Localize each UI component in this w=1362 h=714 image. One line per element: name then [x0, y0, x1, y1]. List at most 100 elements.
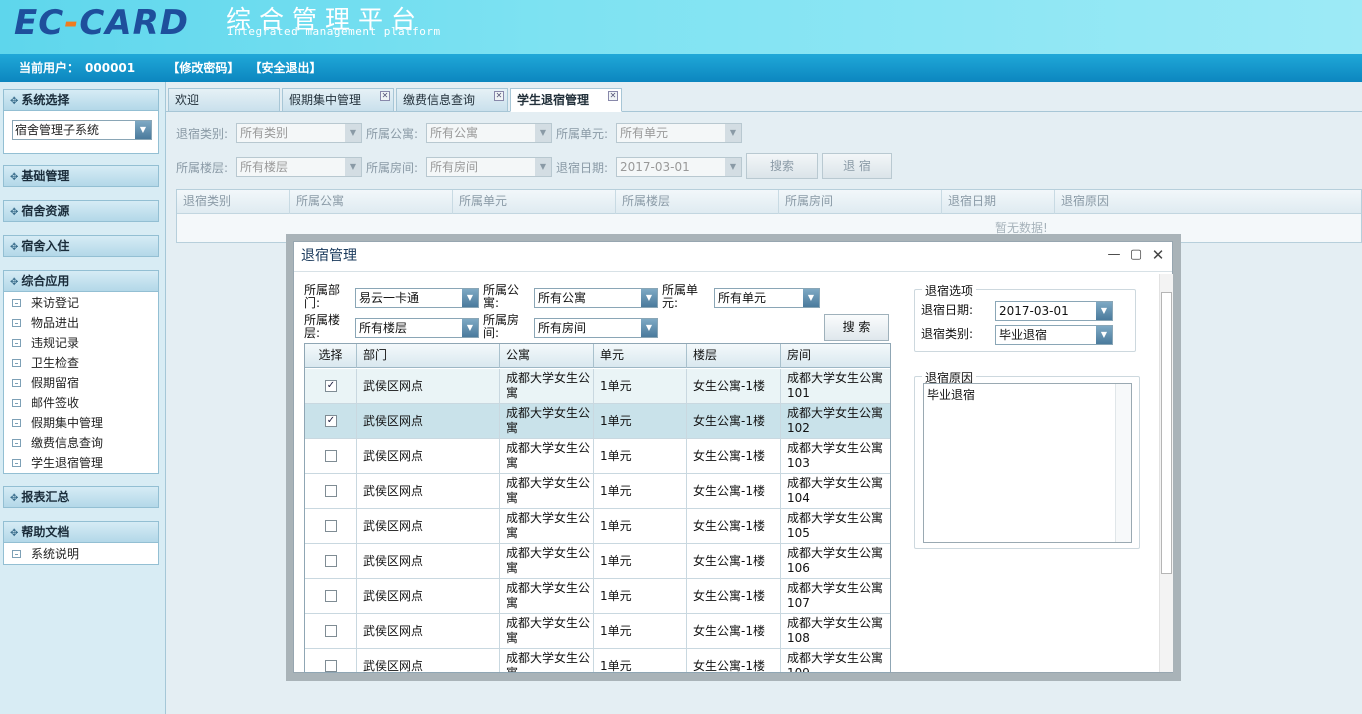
panel-label: 基础管理: [21, 169, 70, 183]
grid-col-date[interactable]: 退宿日期: [942, 190, 1055, 214]
panel-help[interactable]: ✥ 帮助文档: [3, 521, 159, 543]
cell-room: 成都大学女生公寓103: [787, 441, 884, 470]
grid-col-floor[interactable]: 所属楼层: [616, 190, 779, 214]
col-room[interactable]: 房间: [781, 344, 890, 368]
select-cell: ✓: [305, 369, 357, 404]
menu-item-payment[interactable]: 缴费信息查询: [4, 433, 158, 453]
minimize-icon[interactable]: —: [1107, 248, 1121, 263]
filter-room-select[interactable]: 所有房间 ▼: [426, 157, 552, 177]
logout-link[interactable]: 【安全退出】: [250, 61, 322, 75]
cell-apt: 成都大学女生公寓: [500, 404, 594, 439]
room-row[interactable]: ✓ 武侯区网点 成都大学女生公寓 1单元 女生公寓-1楼 成都大学女生公寓102: [305, 404, 890, 439]
maximize-icon[interactable]: ▢: [1129, 248, 1143, 263]
panel-reports[interactable]: ✥ 报表汇总: [3, 486, 159, 508]
dialog-floor-select[interactable]: 所有楼层 ▼: [355, 318, 479, 338]
menu-item-system-doc[interactable]: 系统说明: [4, 544, 158, 564]
search-button[interactable]: 搜索: [746, 153, 818, 179]
row-checkbox[interactable]: [325, 450, 337, 462]
grid-col-unit[interactable]: 所属单元: [453, 190, 616, 214]
panel-basic[interactable]: ✥ 基础管理: [3, 165, 159, 187]
filter-apt-select[interactable]: 所有公寓 ▼: [426, 123, 552, 143]
room-row[interactable]: 武侯区网点 成都大学女生公寓 1单元 女生公寓-1楼 成都大学女生公寓105: [305, 509, 890, 544]
room-row[interactable]: 武侯区网点 成都大学女生公寓 1单元 女生公寓-1楼 成都大学女生公寓106: [305, 544, 890, 579]
dept-select[interactable]: 易云一卡通 ▼: [355, 288, 479, 308]
app-header: EC-CARD 综合管理平台 Integrated management pla…: [0, 0, 1362, 54]
col-select[interactable]: 选择: [305, 344, 357, 368]
filter-date-label: 退宿日期:: [556, 161, 609, 175]
room-row[interactable]: 武侯区网点 成都大学女生公寓 1单元 女生公寓-1楼 成都大学女生公寓107: [305, 579, 890, 614]
textarea-scrollbar[interactable]: [1115, 384, 1131, 542]
filter-type-select[interactable]: 所有类别 ▼: [236, 123, 362, 143]
dialog-search-button[interactable]: 搜 索: [824, 314, 889, 341]
row-checkbox[interactable]: ✓: [325, 415, 337, 427]
select-value: 所有楼层: [240, 160, 289, 174]
menu-item-holiday-stay[interactable]: 假期留宿: [4, 373, 158, 393]
menu-item-mail[interactable]: 邮件签收: [4, 393, 158, 413]
menu-item-visit[interactable]: 来访登记: [4, 293, 158, 313]
tab-close-icon[interactable]: ✕: [608, 91, 618, 101]
row-checkbox[interactable]: [325, 625, 337, 637]
row-checkbox[interactable]: [325, 660, 337, 672]
select-value: 所有房间: [430, 160, 479, 174]
tab-welcome[interactable]: 欢迎: [168, 88, 280, 112]
logo: EC-CARD: [14, 3, 189, 43]
room-row[interactable]: 武侯区网点 成都大学女生公寓 1单元 女生公寓-1楼 成都大学女生公寓109: [305, 649, 890, 672]
grid-col-reason[interactable]: 退宿原因: [1055, 190, 1361, 214]
grid-col-apt[interactable]: 所属公寓: [290, 190, 453, 214]
scrollbar-thumb[interactable]: [1161, 292, 1172, 574]
tab-close-icon[interactable]: ✕: [494, 91, 504, 101]
opt-type-select[interactable]: 毕业退宿 ▼: [995, 325, 1113, 345]
panel-icon: ✥: [10, 172, 19, 183]
grid-col-room[interactable]: 所属房间: [779, 190, 942, 214]
col-unit[interactable]: 单元: [594, 344, 687, 368]
change-password-link[interactable]: 【修改密码】: [167, 61, 239, 75]
row-checkbox[interactable]: [325, 555, 337, 567]
panel-application[interactable]: ✥ 综合应用: [3, 270, 159, 292]
room-row[interactable]: ✓ 武侯区网点 成都大学女生公寓 1单元 女生公寓-1楼 成都大学女生公寓101: [305, 369, 890, 404]
tab-checkout[interactable]: 学生退宿管理 ✕: [510, 88, 622, 112]
row-checkbox[interactable]: [325, 485, 337, 497]
select-cell: [305, 439, 357, 474]
menu-item-checkout[interactable]: 学生退宿管理: [4, 453, 158, 473]
checkout-button[interactable]: 退 宿: [822, 153, 892, 179]
room-row[interactable]: 武侯区网点 成都大学女生公寓 1单元 女生公寓-1楼 成都大学女生公寓108: [305, 614, 890, 649]
menu-item-violation[interactable]: 违规记录: [4, 333, 158, 353]
panel-system-select[interactable]: ✥ 系统选择: [3, 89, 159, 111]
menu-item-label: 假期留宿: [31, 376, 80, 390]
panel-resources[interactable]: ✥ 宿舍资源: [3, 200, 159, 222]
menu-item-hygiene[interactable]: 卫生检查: [4, 353, 158, 373]
menu-item-holiday-mgmt[interactable]: 假期集中管理: [4, 413, 158, 433]
panel-checkin[interactable]: ✥ 宿舍入住: [3, 235, 159, 257]
row-checkbox[interactable]: [325, 590, 337, 602]
tab-close-icon[interactable]: ✕: [380, 91, 390, 101]
opt-date-select[interactable]: 2017-03-01 ▼: [995, 301, 1113, 321]
dialog-apt-select[interactable]: 所有公寓 ▼: [534, 288, 658, 308]
system-dropdown[interactable]: 宿舍管理子系统 ▼: [12, 120, 152, 140]
filter-date-select[interactable]: 2017-03-01 ▼: [616, 157, 742, 177]
row-checkbox[interactable]: ✓: [325, 380, 337, 392]
row-checkbox[interactable]: [325, 520, 337, 532]
filter-unit-select[interactable]: 所有单元 ▼: [616, 123, 742, 143]
reason-textarea[interactable]: 毕业退宿: [923, 383, 1132, 543]
room-row[interactable]: 武侯区网点 成都大学女生公寓 1单元 女生公寓-1楼 成都大学女生公寓103: [305, 439, 890, 474]
room-row[interactable]: 武侯区网点 成都大学女生公寓 1单元 女生公寓-1楼 成都大学女生公寓104: [305, 474, 890, 509]
dialog-unit-label: 所属单元:: [662, 283, 699, 310]
dialog-unit-select[interactable]: 所有单元 ▼: [714, 288, 820, 308]
chevron-down-icon: ▼: [641, 289, 657, 307]
col-floor[interactable]: 楼层: [687, 344, 781, 368]
close-icon[interactable]: ✕: [1151, 248, 1165, 263]
filter-floor-select[interactable]: 所有楼层 ▼: [236, 157, 362, 177]
tab-payment[interactable]: 缴费信息查询 ✕: [396, 88, 508, 112]
grid-header: 退宿类别 所属公寓 所属单元 所属楼层 所属房间 退宿日期 退宿原因: [177, 190, 1361, 214]
select-cell: [305, 614, 357, 649]
menu-item-goods[interactable]: 物品进出: [4, 313, 158, 333]
dialog-room-select[interactable]: 所有房间 ▼: [534, 318, 658, 338]
col-apt[interactable]: 公寓: [500, 344, 594, 368]
dialog-scrollbar[interactable]: [1159, 274, 1173, 672]
chevron-down-icon[interactable]: ▼: [135, 121, 151, 139]
col-dept[interactable]: 部门: [357, 344, 500, 368]
help-menu: 系统说明: [3, 543, 159, 565]
panel-label: 帮助文档: [21, 525, 70, 539]
tab-holiday[interactable]: 假期集中管理 ✕: [282, 88, 394, 112]
grid-col-type[interactable]: 退宿类别: [177, 190, 290, 214]
